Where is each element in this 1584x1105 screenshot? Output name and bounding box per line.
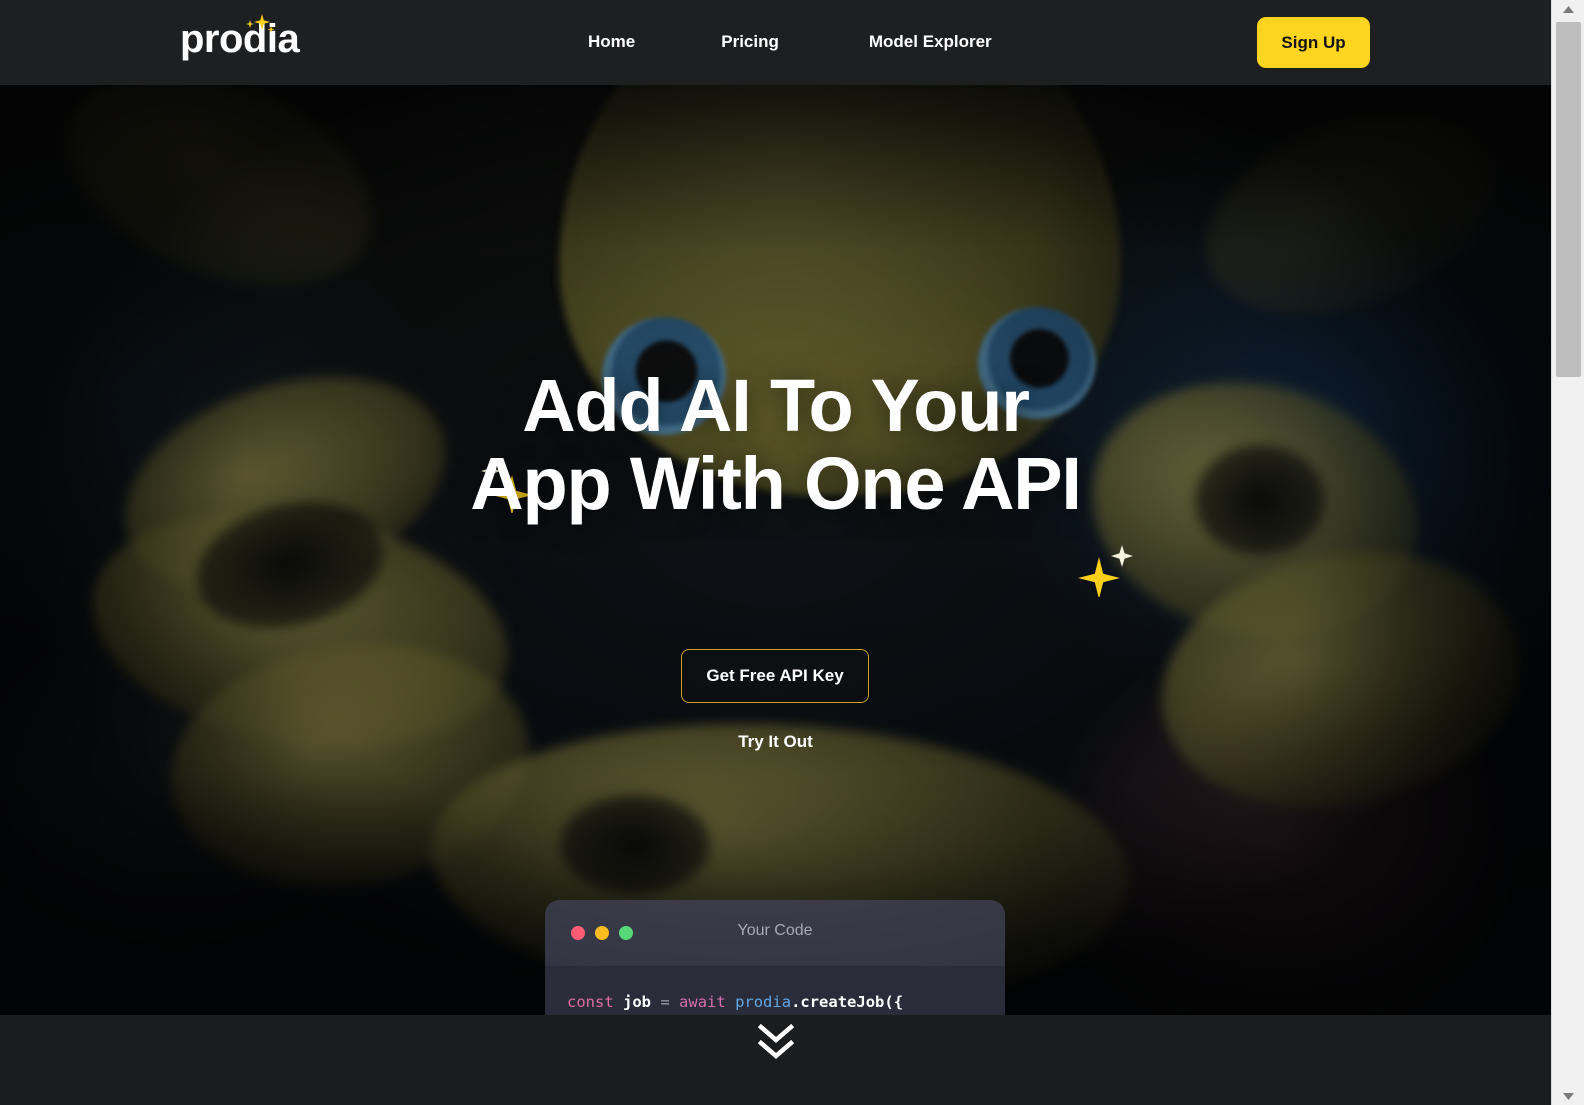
chevron-double-down-icon[interactable] xyxy=(754,1018,798,1064)
nav-item-pricing[interactable]: Pricing xyxy=(721,28,779,56)
headline-line-2: App With One API xyxy=(470,442,1082,525)
page-title: Add AI To Your App With One API xyxy=(0,367,1551,523)
hero-section: Add AI To Your App With One API Get Free… xyxy=(0,85,1551,1015)
code-content: const job = await prodia.createJob({ pro… xyxy=(545,966,1005,1015)
browser-scrollbar[interactable] xyxy=(1551,0,1584,1105)
code-token: prodia xyxy=(735,993,792,1011)
browser-viewport: Add AI To Your App With One API Get Free… xyxy=(0,0,1551,1105)
headline-line-1: Add AI To Your xyxy=(522,364,1030,447)
code-window-title: Your Code xyxy=(737,922,813,939)
get-free-api-key-button[interactable]: Get Free API Key xyxy=(681,649,869,703)
code-token: .createJob({ xyxy=(791,993,904,1011)
scroll-up-arrow-icon[interactable] xyxy=(1552,0,1584,18)
logo-text: prodia xyxy=(180,17,300,61)
hero-content: Add AI To Your App With One API Get Free… xyxy=(0,85,1551,1015)
try-it-out-link[interactable]: Try It Out xyxy=(0,732,1551,752)
scroll-down-arrow-icon[interactable] xyxy=(1552,1087,1584,1105)
main-navigation: Home Pricing Model Explorer xyxy=(588,28,992,56)
sign-up-button[interactable]: Sign Up xyxy=(1257,17,1370,68)
code-token: await xyxy=(679,993,726,1011)
nav-item-home[interactable]: Home xyxy=(588,28,635,56)
code-line: const job = await prodia.createJob({ xyxy=(545,986,1005,1015)
code-token: = xyxy=(660,993,670,1011)
code-token: const xyxy=(567,993,614,1011)
prodia-logo[interactable]: prodia xyxy=(180,14,300,62)
code-window-titlebar: Your Code xyxy=(545,900,1005,966)
page-root: Add AI To Your App With One API Get Free… xyxy=(0,0,1584,1105)
code-preview-window: Your Code const job = await prodia.creat… xyxy=(545,900,1005,1015)
code-token: job xyxy=(623,993,652,1011)
nav-item-model-explorer[interactable]: Model Explorer xyxy=(869,28,992,56)
site-header: prodia Home Pricing Model Explorer Sign … xyxy=(0,0,1551,85)
sparkle-decoration-right xyxy=(1078,535,1134,597)
scrollbar-thumb[interactable] xyxy=(1556,22,1581,377)
